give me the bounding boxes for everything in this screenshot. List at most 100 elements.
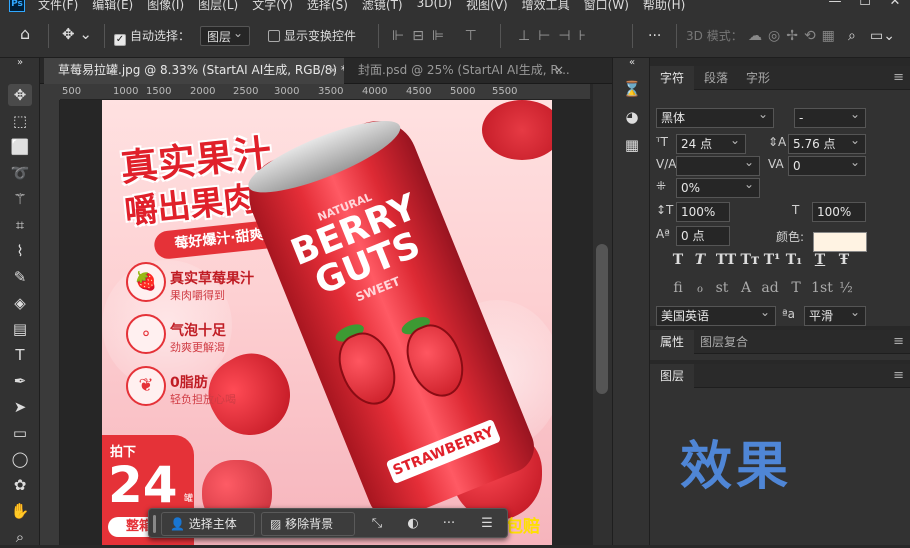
workspace-icon[interactable]: ▭⌄ xyxy=(870,26,895,46)
brush-tool-icon[interactable]: ✎ xyxy=(8,266,32,288)
menu-type[interactable]: 文字(Y) xyxy=(252,0,293,13)
table-icon[interactable]: ▦ xyxy=(621,134,643,156)
menu-window[interactable]: 窗口(W) xyxy=(584,0,629,13)
move-tool-icon[interactable]: ✥ xyxy=(8,84,32,106)
auto-select-checkbox[interactable]: ✓ 自动选择： xyxy=(114,26,190,46)
font-style-dropdown[interactable]: - xyxy=(794,108,866,128)
search-icon[interactable]: ⌕ xyxy=(848,26,856,46)
tab-layer-comps[interactable]: 图层复合 xyxy=(690,330,758,354)
horizontal-scale-field[interactable]: 100% xyxy=(812,202,866,222)
close-window-button[interactable]: ✕ xyxy=(880,0,910,9)
ordinals-button[interactable]: 1st xyxy=(810,280,834,296)
rectangle-tool-icon[interactable]: ▭ xyxy=(8,422,32,444)
swash-button[interactable]: A xyxy=(736,280,756,296)
transform-icon[interactable]: ⤡ xyxy=(365,512,389,536)
tab-paragraph[interactable]: 段落 xyxy=(694,66,738,90)
font-family-dropdown[interactable]: 黑体 xyxy=(656,108,774,128)
panel-menu-icon[interactable]: ≡ xyxy=(893,66,904,90)
menu-filter[interactable]: 滤镜(T) xyxy=(362,0,403,13)
panel-menu-icon[interactable]: ≡ xyxy=(893,330,904,354)
tracking-field[interactable]: 0 xyxy=(788,156,866,176)
kerning-field[interactable] xyxy=(676,156,760,176)
tab-glyphs[interactable]: 字形 xyxy=(736,66,780,90)
tab-character[interactable]: 字符 xyxy=(650,66,695,90)
more-button[interactable]: ··· xyxy=(437,512,461,536)
baseline-shift-field[interactable]: 0 点 xyxy=(676,226,730,246)
magic-wand-icon[interactable]: ⚚ xyxy=(8,188,32,210)
horizontal-ruler[interactable]: 500 1000 1500 2000 2500 3000 3500 4000 4… xyxy=(60,84,590,100)
select-subject-button[interactable]: 👤 选择主体 xyxy=(161,512,255,536)
discretionary-lig-button[interactable]: st xyxy=(712,280,732,296)
contextual-alt-button[interactable]: ℴ xyxy=(690,280,710,296)
subscript-button[interactable]: T₁ xyxy=(784,252,804,268)
antialias-dropdown[interactable]: 平滑 xyxy=(804,306,866,326)
artwork-image[interactable]: 真实果汁 嚼出果肉感! 莓好爆汁·甜爽过瘾 🍓 真实草莓果汁 果肉嚼得到 ∘ 气… xyxy=(102,100,552,545)
titling-alt-button[interactable]: T xyxy=(786,280,806,296)
text-color-swatch[interactable] xyxy=(813,232,867,252)
menu-plugins[interactable]: 增效工具 xyxy=(522,0,570,13)
tsume-field[interactable]: 0% xyxy=(676,178,760,198)
menu-select[interactable]: 选择(S) xyxy=(307,0,348,13)
faux-italic-button[interactable]: T xyxy=(690,252,710,268)
ellipse-tool-icon[interactable]: ◯ xyxy=(8,448,32,470)
settings-sliders-icon[interactable]: ☰ xyxy=(475,512,499,536)
language-dropdown[interactable]: 美国英语 xyxy=(656,306,776,326)
panel-menu-icon[interactable]: ≡ xyxy=(893,364,904,388)
more-options-button[interactable]: ··· xyxy=(648,26,661,46)
home-icon[interactable]: ⌂ xyxy=(20,24,30,44)
tab-layers[interactable]: 图层 xyxy=(650,364,695,388)
vertical-scale-field[interactable]: 100% xyxy=(676,202,730,222)
maximize-button[interactable]: ☐ xyxy=(850,0,880,9)
adjustment-icon[interactable]: ◐ xyxy=(401,512,425,536)
remove-background-button[interactable]: ▨ 移除背景 xyxy=(261,512,355,536)
drag-handle[interactable] xyxy=(153,515,156,533)
superscript-button[interactable]: T¹ xyxy=(762,252,782,268)
fractions-button[interactable]: ½ xyxy=(836,280,856,296)
faux-bold-button[interactable]: T xyxy=(668,252,688,268)
vertical-ruler[interactable] xyxy=(40,100,60,545)
all-caps-button[interactable]: TT xyxy=(714,252,738,268)
vertical-scrollbar[interactable] xyxy=(593,84,612,545)
menu-file[interactable]: 文件(F) xyxy=(38,0,78,13)
leading-field[interactable]: 5.76 点 xyxy=(788,134,866,154)
menu-view[interactable]: 视图(V) xyxy=(466,0,508,13)
show-transform-checkbox[interactable]: 显示变换控件 xyxy=(268,26,356,46)
align-icons[interactable]: ⊩⊟⊫ ⊤ xyxy=(392,26,485,46)
eraser-tool-icon[interactable]: ◈ xyxy=(8,292,32,314)
tab-cover-psd[interactable]: 封面.psd @ 25% (StartAI AI生成, R... × xyxy=(344,58,570,84)
shape-tool-icon[interactable]: ✿ xyxy=(8,474,32,496)
collapse-icon[interactable]: » xyxy=(8,58,32,68)
tab-properties[interactable]: 属性 xyxy=(650,330,695,354)
menu-edit[interactable]: 编辑(E) xyxy=(92,0,133,13)
tab-strawberry-can[interactable]: 草莓易拉罐.jpg @ 8.33% (StartAI AI生成, RGB/8) … xyxy=(44,58,344,84)
artboard-tool-icon[interactable]: ⬚ xyxy=(8,110,32,132)
close-tab-icon[interactable]: × xyxy=(328,58,338,82)
swatches-icon[interactable]: ◕ xyxy=(621,106,643,128)
gradient-tool-icon[interactable]: ▤ xyxy=(8,318,32,340)
eyedropper-icon[interactable]: ⌇ xyxy=(8,240,32,262)
hand-tool-icon[interactable]: ✋ xyxy=(8,500,32,522)
pen-tool-icon[interactable]: ✒ xyxy=(8,370,32,392)
type-tool-icon[interactable]: T xyxy=(8,344,32,366)
menu-help[interactable]: 帮助(H) xyxy=(643,0,685,13)
underline-button[interactable]: T xyxy=(810,252,830,268)
small-caps-button[interactable]: Tт xyxy=(740,252,760,268)
auto-select-target-dropdown[interactable]: 图层 xyxy=(200,23,250,46)
strikethrough-button[interactable]: Ŧ xyxy=(834,252,854,268)
menu-3d[interactable]: 3D(D) xyxy=(417,0,452,13)
close-tab-icon[interactable]: × xyxy=(554,58,564,82)
menu-layer[interactable]: 图层(L) xyxy=(198,0,238,13)
3d-mode-icons[interactable]: ☁◎✢⟲▦ xyxy=(748,26,841,46)
menu-image[interactable]: 图像(I) xyxy=(147,0,184,13)
move-tool-preset-icon[interactable]: ✥ ⌄ xyxy=(62,24,92,44)
history-icon[interactable]: ⌛ xyxy=(621,78,643,100)
marquee-tool-icon[interactable]: ⬜ xyxy=(8,136,32,158)
font-size-field[interactable]: 24 点 xyxy=(676,134,746,154)
scroll-thumb[interactable] xyxy=(596,244,608,394)
crop-tool-icon[interactable]: ⌗ xyxy=(8,214,32,236)
lasso-tool-icon[interactable]: ➰ xyxy=(8,162,32,184)
ligature-button[interactable]: fi xyxy=(668,280,688,296)
distribute-icons[interactable]: ⊥⊢⊣⊦ xyxy=(518,26,594,46)
canvas-area[interactable]: 真实果汁 嚼出果肉感! 莓好爆汁·甜爽过瘾 🍓 真实草莓果汁 果肉嚼得到 ∘ 气… xyxy=(60,100,593,545)
stylistic-alt-button[interactable]: ad xyxy=(760,280,780,296)
